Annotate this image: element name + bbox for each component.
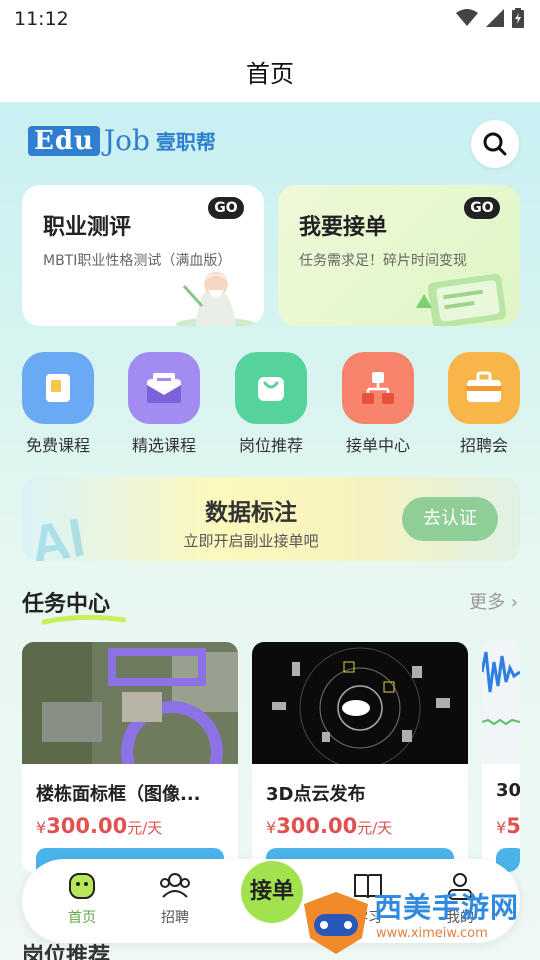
tab-take-orders[interactable]: 接单 bbox=[241, 861, 303, 923]
task-price: ¥300.00元/天 bbox=[266, 814, 392, 838]
watermark-text: 西美手游网 bbox=[374, 891, 520, 924]
price-amount: 300.00 bbox=[46, 814, 128, 838]
menu-label: 精选课程 bbox=[131, 436, 196, 455]
career-assessment-title: 职业测评 bbox=[43, 215, 132, 240]
more-link[interactable]: 更多 › bbox=[469, 588, 518, 614]
home-content[interactable]: Edu Job 壹职帮 职业测评 MBTI职业性格测试（满血版） GO 我要接单… bbox=[0, 102, 540, 960]
logo-brand: 壹职帮 bbox=[155, 130, 216, 154]
search-button[interactable] bbox=[471, 120, 519, 168]
price-unit: 元/天 bbox=[127, 819, 163, 837]
status-time: 11:12 bbox=[14, 8, 69, 30]
task-price: ¥300.00元/天 bbox=[36, 814, 162, 838]
price-currency: ¥ bbox=[496, 818, 507, 837]
tab-label: 首页 bbox=[68, 910, 96, 926]
task-name: 楼栋面标框（图像... bbox=[36, 784, 201, 805]
go-badge: GO bbox=[464, 197, 500, 219]
price-unit: 元/天 bbox=[357, 819, 393, 837]
bag-icon bbox=[235, 352, 307, 424]
take-orders-card[interactable]: 我要接单 任务需求足！碎片时间变现 GO bbox=[278, 185, 520, 326]
take-orders-title: 我要接单 bbox=[299, 215, 388, 240]
quick-menu: 免费课程 精选课程 岗位推荐 接单中心 招聘会 bbox=[0, 352, 540, 462]
sage-illustration bbox=[176, 272, 256, 326]
logo-job: Job bbox=[103, 124, 150, 157]
logo-edu: Edu bbox=[28, 125, 100, 156]
watermark-url: www.ximeiw.com bbox=[376, 926, 488, 941]
aerial-image-thumbnail bbox=[22, 642, 238, 764]
app-logo: Edu Job 壹职帮 bbox=[28, 124, 216, 157]
point-cloud-thumbnail bbox=[252, 642, 468, 764]
page-title: 首页 bbox=[246, 60, 294, 88]
menu-job-fair[interactable]: 招聘会 bbox=[434, 352, 534, 456]
task-price: ¥5 bbox=[496, 814, 520, 838]
price-currency: ¥ bbox=[266, 818, 277, 837]
status-icons bbox=[456, 8, 524, 28]
menu-selected-courses[interactable]: 精选课程 bbox=[114, 352, 214, 456]
menu-label: 免费课程 bbox=[25, 436, 90, 455]
menu-label: 岗位推荐 bbox=[238, 436, 303, 455]
go-badge: GO bbox=[208, 197, 244, 219]
data-labeling-banner[interactable]: AI 数据标注 立即开启副业接单吧 去认证 bbox=[22, 477, 520, 561]
task-board-illustration bbox=[416, 273, 507, 326]
envelope-icon bbox=[128, 352, 200, 424]
status-bar: 11:12 bbox=[0, 0, 540, 38]
signal-icon bbox=[486, 9, 504, 27]
task-name: 30 bbox=[496, 780, 520, 801]
home-icon bbox=[69, 873, 95, 899]
task-name: 3D点云发布 bbox=[266, 784, 366, 805]
wifi-icon bbox=[456, 9, 478, 26]
task-card[interactable]: 3D点云发布 ¥300.00元/天 bbox=[252, 642, 468, 872]
price-amount: 300.00 bbox=[276, 814, 358, 838]
career-assessment-card[interactable]: 职业测评 MBTI职业性格测试（满血版） GO bbox=[22, 185, 264, 326]
menu-job-recommend[interactable]: 岗位推荐 bbox=[221, 352, 321, 456]
tab-recruit[interactable]: 招聘 bbox=[143, 871, 207, 927]
certify-button[interactable]: 去认证 bbox=[402, 497, 498, 541]
title-underline bbox=[42, 614, 126, 625]
price-amount: 5 bbox=[506, 814, 520, 838]
tab-label: 招聘 bbox=[161, 910, 189, 926]
menu-label: 招聘会 bbox=[459, 436, 508, 455]
book-icon bbox=[22, 352, 94, 424]
menu-label: 接单中心 bbox=[345, 436, 410, 455]
tab-home[interactable]: 首页 bbox=[50, 871, 114, 927]
site-watermark: 西美手游网 www.ximeiw.com bbox=[300, 884, 540, 960]
task-card[interactable]: 30 ¥5 bbox=[482, 642, 520, 872]
price-currency: ¥ bbox=[36, 818, 47, 837]
org-chart-icon bbox=[342, 352, 414, 424]
battery-icon bbox=[512, 8, 524, 28]
briefcase-icon bbox=[448, 352, 520, 424]
task-center-header: 任务中心 更多 › bbox=[22, 586, 520, 625]
chevron-right-icon: › bbox=[505, 592, 518, 613]
audio-waveform-thumbnail bbox=[482, 642, 520, 764]
more-label: 更多 bbox=[469, 592, 506, 613]
search-icon bbox=[483, 132, 507, 156]
gamepad-logo-icon bbox=[304, 892, 368, 954]
task-card[interactable]: 楼栋面标框（图像... ¥300.00元/天 bbox=[22, 642, 238, 872]
people-icon bbox=[160, 873, 190, 898]
menu-free-courses[interactable]: 免费课程 bbox=[8, 352, 108, 456]
title-bar: 首页 bbox=[0, 38, 540, 102]
menu-order-center[interactable]: 接单中心 bbox=[328, 352, 428, 456]
